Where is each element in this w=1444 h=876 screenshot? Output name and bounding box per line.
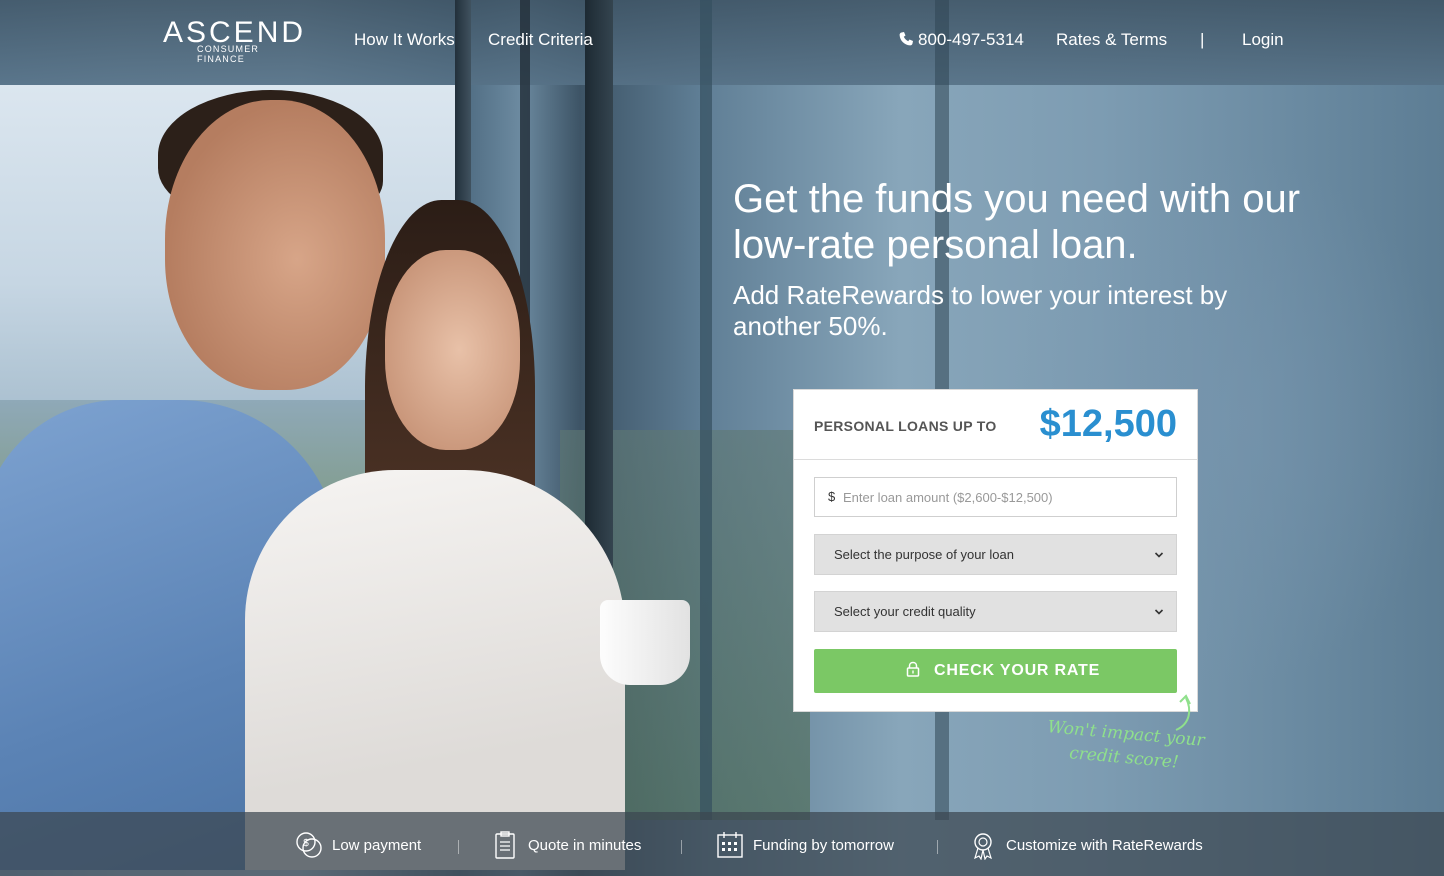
coffee-cup [600, 600, 690, 685]
chevron-down-icon [1154, 609, 1164, 615]
form-header-label: PERSONAL LOANS UP TO [814, 418, 997, 434]
feature-quote-in-minutes: Quote in minutes [490, 830, 641, 860]
hero-subheadline: Add RateRewards to lower your interest b… [733, 280, 1228, 341]
brand-tagline: CONSUMER FINANCE [197, 44, 260, 64]
feature-funding-by-tomorrow: Funding by tomorrow [715, 830, 894, 860]
coins-icon: $ [296, 832, 322, 858]
max-loan-amount: $12,500 [1039, 403, 1177, 445]
woman-face [385, 250, 520, 450]
credit-quality-select-label: Select your credit quality [834, 604, 976, 619]
phone-icon [899, 32, 913, 46]
award-badge-icon [974, 833, 992, 860]
form-header: PERSONAL LOANS UP TO $12,500 [794, 390, 1197, 460]
man-face [165, 100, 385, 390]
feature-label: Funding by tomorrow [753, 836, 894, 854]
nav-rates-terms[interactable]: Rates & Terms [1056, 30, 1167, 50]
lock-icon [906, 661, 920, 677]
phone-number: 800-497-5314 [918, 30, 1024, 49]
check-your-rate-button[interactable]: CHECK YOUR RATE [814, 649, 1177, 693]
credit-quality-select[interactable]: Select your credit quality [814, 591, 1177, 632]
nav-phone-link[interactable]: 800-497-5314 [898, 30, 1024, 50]
nav-separator: | [1200, 30, 1205, 49]
feature-customize-raterewards: Customize with RateRewards [968, 830, 1203, 860]
nav-credit-criteria[interactable]: Credit Criteria [488, 30, 593, 50]
currency-symbol: $ [828, 489, 836, 504]
features-bar: $ Low payment Quote in minutes Funding b… [0, 812, 1444, 876]
feature-low-payment: $ Low payment [294, 830, 421, 860]
woman-blouse [245, 470, 625, 870]
calendar-icon [717, 832, 743, 858]
feature-label: Quote in minutes [528, 836, 642, 854]
site-header: ASCEND CONSUMER FINANCE How It Works Cre… [0, 0, 1444, 80]
feature-divider [458, 840, 459, 854]
svg-text:$: $ [303, 838, 309, 849]
clipboard-icon [495, 831, 515, 859]
feature-label: Customize with RateRewards [1006, 836, 1203, 854]
loan-amount-field[interactable]: $ [814, 477, 1177, 517]
loan-amount-input[interactable] [843, 486, 1163, 508]
loan-purpose-select[interactable]: Select the purpose of your loan [814, 534, 1177, 575]
loan-rate-form: PERSONAL LOANS UP TO $12,500 $ Select th… [793, 389, 1198, 712]
feature-divider [681, 840, 682, 854]
nav-how-it-works[interactable]: How It Works [354, 30, 455, 50]
check-your-rate-label: CHECK YOUR RATE [934, 662, 1101, 679]
chevron-down-icon [1154, 552, 1164, 558]
loan-purpose-select-label: Select the purpose of your loan [834, 547, 1014, 562]
hero-headline: Get the funds you need with our low-rate… [733, 177, 1301, 267]
nav-login[interactable]: Login [1242, 30, 1284, 50]
feature-label: Low payment [332, 836, 422, 854]
brand-logo[interactable]: ASCEND CONSUMER FINANCE [163, 18, 308, 65]
couple-photo [0, 90, 720, 870]
feature-divider [937, 840, 938, 854]
hero-background-photo [0, 0, 1444, 876]
